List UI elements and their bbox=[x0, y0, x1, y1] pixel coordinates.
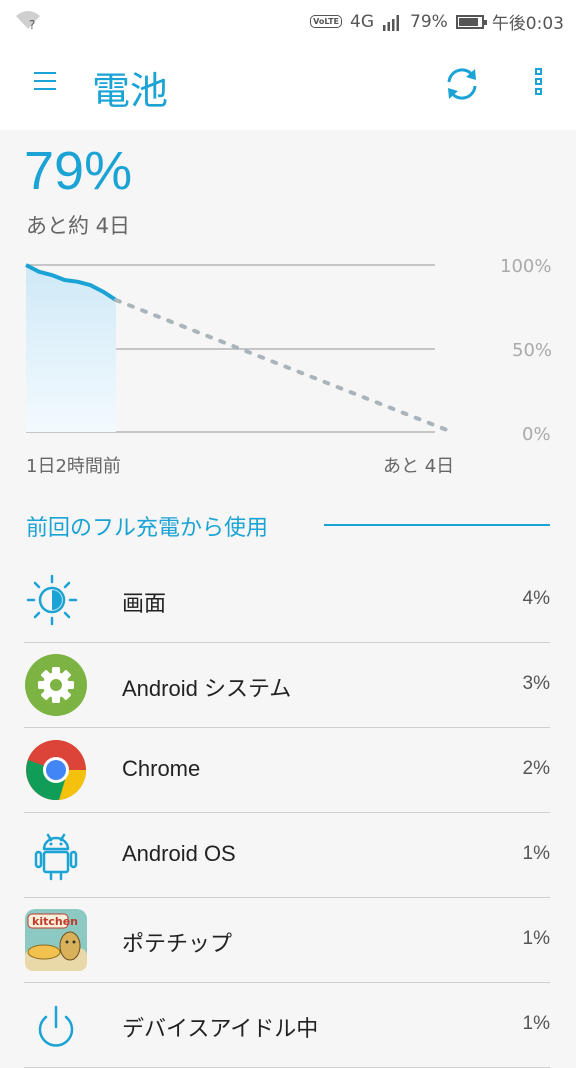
android-robot-icon bbox=[34, 833, 78, 881]
chrome-icon bbox=[26, 740, 87, 801]
network-type: 4G bbox=[350, 11, 375, 32]
x-label-end: あと 4日 bbox=[383, 456, 455, 477]
y-label-50: 50% bbox=[512, 340, 553, 361]
list-item[interactable]: 画面 4% bbox=[24, 558, 550, 643]
wifi-icon: ? bbox=[16, 11, 40, 30]
y-label-100: 100% bbox=[500, 256, 552, 277]
app-usage-percent: 1% bbox=[522, 928, 550, 949]
battery-chart bbox=[25, 263, 454, 434]
section-divider bbox=[324, 524, 550, 526]
app-name: デバイスアイドル中 bbox=[122, 1016, 319, 1041]
app-usage-percent: 4% bbox=[522, 588, 550, 609]
battery-content: 79% あと約 4日 100% 50% 0% 1日2時間前 あと 4日 前回のフ… bbox=[0, 130, 576, 1068]
x-label-start: 1日2時間前 bbox=[26, 456, 121, 477]
potechip-app-icon: kitchen bbox=[25, 909, 87, 971]
battery-icon bbox=[455, 14, 487, 29]
volte-icon: VoLTE bbox=[310, 15, 343, 28]
page-title: 電池 bbox=[92, 69, 169, 113]
app-name: 画面 bbox=[122, 591, 167, 616]
hamburger-menu-icon[interactable] bbox=[34, 72, 56, 92]
more-vertical-icon[interactable] bbox=[530, 68, 546, 100]
app-name: Android OS bbox=[122, 841, 236, 866]
app-usage-percent: 1% bbox=[522, 843, 550, 864]
app-name: ポテチップ bbox=[122, 931, 233, 956]
app-bar: 電池 bbox=[0, 40, 576, 130]
app-name: Android システム bbox=[122, 676, 292, 701]
app-usage-percent: 2% bbox=[522, 758, 550, 779]
app-usage-list: 画面 4% Android システム 3% Chrome 2% Android … bbox=[0, 558, 576, 1068]
status-bar: ? VoLTE 4G 79% 午後0:03 bbox=[0, 0, 576, 40]
list-item[interactable]: Chrome 2% bbox=[24, 728, 550, 813]
app-usage-percent: 1% bbox=[522, 1013, 550, 1034]
list-item[interactable]: デバイスアイドル中 1% bbox=[24, 983, 550, 1068]
power-icon bbox=[38, 1005, 74, 1047]
svg-text:?: ? bbox=[29, 18, 35, 30]
signal-icon bbox=[383, 14, 400, 31]
section-title: 前回のフル充電から使用 bbox=[26, 516, 269, 541]
battery-percent: 79% bbox=[410, 11, 448, 32]
app-usage-percent: 3% bbox=[522, 673, 550, 694]
y-label-0: 0% bbox=[522, 424, 551, 445]
android-system-gear-icon bbox=[25, 654, 87, 716]
refresh-icon[interactable] bbox=[442, 64, 482, 104]
list-item[interactable]: Android システム 3% bbox=[24, 643, 550, 728]
battery-level: 79% bbox=[24, 141, 133, 201]
clock: 午後0:03 bbox=[491, 14, 564, 34]
screen-brightness-icon bbox=[26, 574, 78, 626]
list-item[interactable]: Android OS 1% bbox=[24, 813, 550, 898]
app-icon-text: kitchen bbox=[32, 915, 78, 928]
time-remaining: あと約 4日 bbox=[26, 214, 131, 238]
app-name: Chrome bbox=[122, 756, 201, 781]
prediction-line bbox=[114, 298, 454, 434]
list-item[interactable]: kitchen ポテチップ 1% bbox=[24, 898, 550, 983]
